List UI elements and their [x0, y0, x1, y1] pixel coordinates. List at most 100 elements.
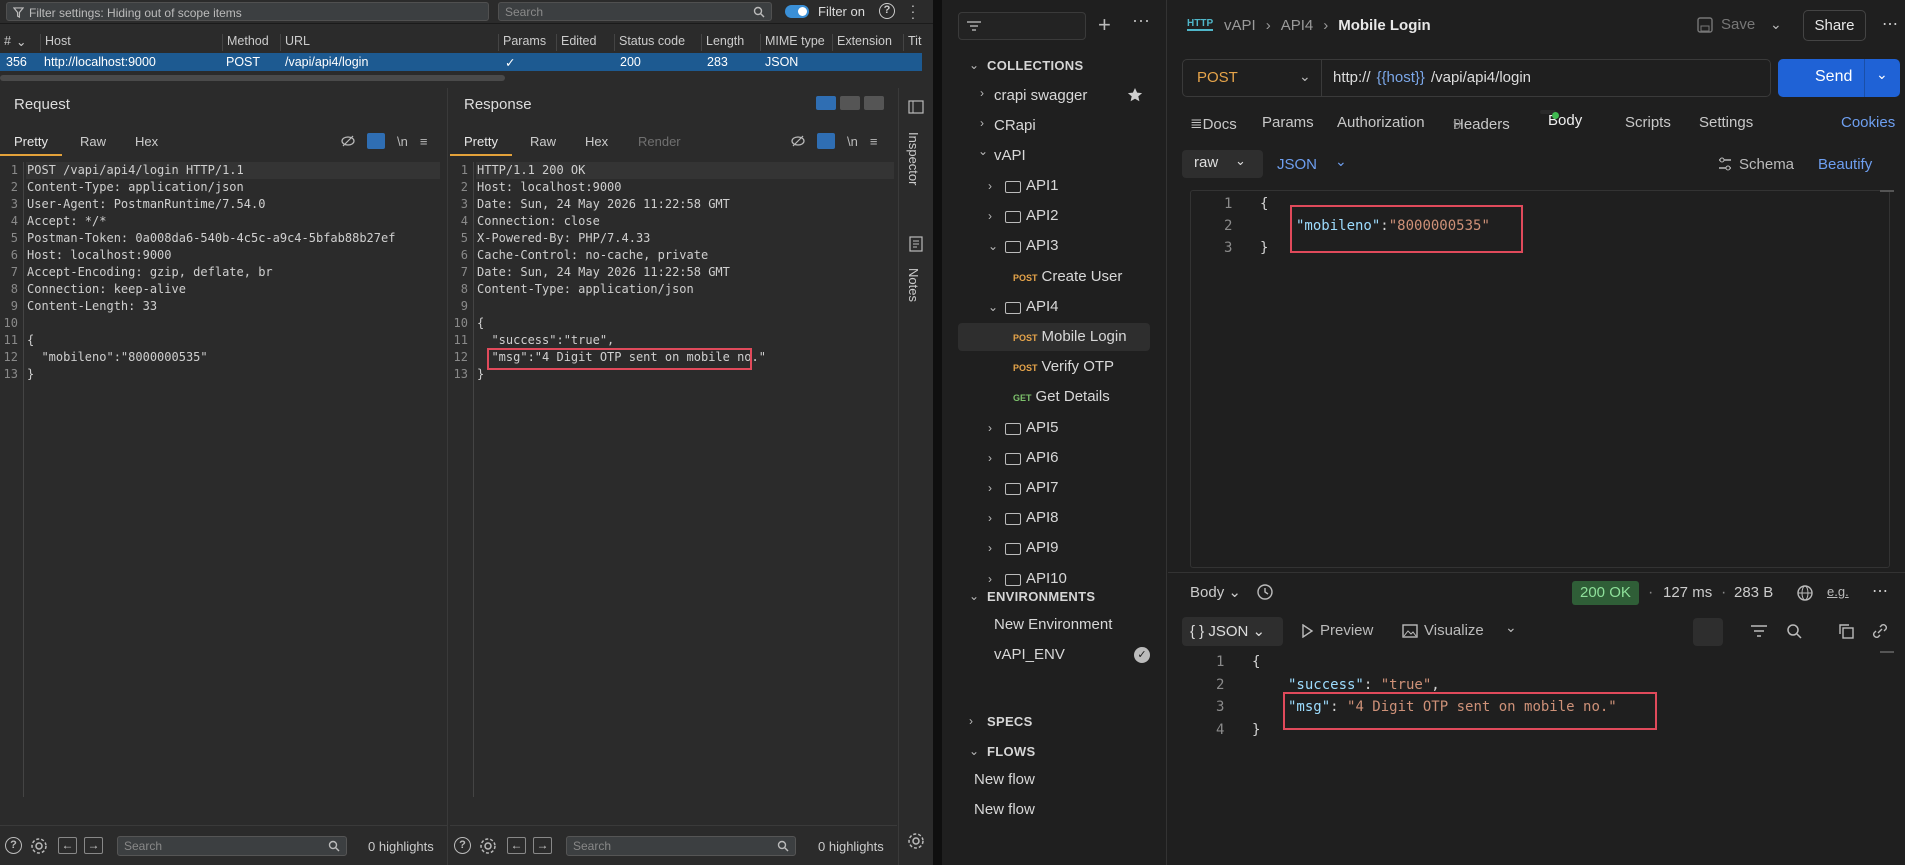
history-icon[interactable] — [1256, 583, 1274, 601]
col-url[interactable]: URL — [280, 34, 310, 51]
folder-item[interactable]: API10 — [1026, 570, 1067, 587]
folder-item[interactable]: API1 — [1026, 177, 1059, 194]
hide-icon[interactable] — [791, 135, 805, 147]
filter-toggle[interactable] — [785, 5, 809, 18]
col-mime[interactable]: MIME type — [760, 34, 825, 51]
chevron-down-icon[interactable]: ⌄ — [969, 58, 979, 72]
chevron-down-icon[interactable]: ⌄ — [969, 589, 979, 603]
body-format-select[interactable]: JSON — [1277, 156, 1317, 173]
chevron-down-icon[interactable]: ⌄ — [1335, 153, 1347, 170]
preview-button[interactable]: Preview — [1300, 622, 1373, 639]
tab-raw[interactable]: Raw — [80, 134, 106, 149]
request-search-input[interactable]: Search — [117, 836, 347, 856]
help-icon[interactable]: ? — [879, 3, 895, 19]
method-chevron-icon[interactable]: ⌄ — [1299, 68, 1311, 85]
env-new-environment[interactable]: New Environment — [994, 616, 1112, 633]
inspector-tab[interactable]: Inspector — [906, 132, 921, 185]
schema-button[interactable]: Schema — [1717, 156, 1794, 173]
next-arrow-icon[interactable]: → — [84, 837, 103, 854]
folder-item[interactable]: API4 — [1026, 298, 1059, 315]
body-mode-select[interactable]: raw ⌄ — [1182, 150, 1263, 178]
notes-icon[interactable] — [909, 236, 923, 252]
chevron-right-icon[interactable]: › — [988, 421, 992, 435]
notes-tab[interactable]: Notes — [906, 268, 921, 302]
folder-item[interactable]: API7 — [1026, 479, 1059, 496]
sidebar-filter-input[interactable] — [958, 12, 1086, 40]
request-item[interactable]: GET Get Details — [1013, 388, 1110, 405]
col-edited[interactable]: Edited — [556, 34, 596, 51]
chevron-right-icon[interactable]: › — [988, 179, 992, 193]
page-title[interactable]: Mobile Login — [1338, 17, 1430, 34]
response-time[interactable]: 127 ms — [1663, 584, 1712, 601]
col-title[interactable]: Tit — [903, 34, 921, 51]
response-format-select[interactable]: { } JSON ⌄ — [1182, 617, 1283, 646]
inspector-icon[interactable] — [908, 100, 924, 114]
add-icon[interactable]: + — [1098, 12, 1111, 38]
history-search[interactable]: Search — [498, 2, 772, 21]
menu-icon[interactable]: ≡ — [420, 134, 428, 149]
layout-split-icon[interactable] — [816, 96, 836, 110]
sort-chevron-icon[interactable]: ⌄ — [16, 34, 26, 51]
wrap-toggle-icon[interactable] — [367, 133, 385, 149]
cookies-link[interactable]: Cookies — [1841, 114, 1895, 131]
star-icon[interactable] — [1127, 87, 1143, 103]
collection-crapi[interactable]: CRapi — [994, 117, 1036, 134]
chevron-down-icon[interactable]: ⌄ — [978, 144, 988, 158]
filter-settings-box[interactable]: Filter settings: Hiding out of scope ite… — [6, 2, 489, 21]
folder-item[interactable]: API5 — [1026, 419, 1059, 436]
layout-single-icon[interactable] — [864, 96, 884, 110]
example-icon[interactable]: e.g. — [1827, 584, 1849, 599]
breadcrumb-folder[interactable]: API4 — [1281, 17, 1314, 34]
newline-toggle[interactable]: \n — [847, 134, 858, 149]
chevron-right-icon[interactable]: › — [980, 116, 984, 130]
link-icon[interactable] — [1872, 623, 1888, 639]
newline-toggle[interactable]: \n — [397, 134, 408, 149]
chevron-down-icon[interactable]: ⌄ — [988, 300, 998, 314]
env-vapi-env[interactable]: vAPI_ENV — [994, 646, 1065, 663]
send-dropdown-icon[interactable]: ⌄ — [1876, 66, 1888, 83]
col-method[interactable]: Method — [222, 34, 269, 51]
col-params[interactable]: Params — [498, 34, 546, 51]
chevron-down-icon[interactable]: ⌄ — [988, 239, 998, 253]
tab-scripts[interactable]: Scripts — [1625, 114, 1671, 131]
tab-raw[interactable]: Raw — [530, 134, 556, 149]
col-status[interactable]: Status code — [614, 34, 685, 51]
help-icon[interactable]: ? — [5, 837, 22, 854]
breadcrumb-collection[interactable]: vAPI — [1224, 17, 1256, 34]
flows-label[interactable]: FLOWS — [987, 744, 1035, 759]
settings-gear-icon[interactable] — [479, 837, 497, 855]
tab-pretty[interactable]: Pretty — [450, 134, 512, 156]
url-input[interactable]: http:// {{host}} /vapi/api4/login — [1333, 69, 1531, 86]
chevron-right-icon[interactable]: › — [988, 451, 992, 465]
layout-rows-icon[interactable] — [840, 96, 860, 110]
tab-hex[interactable]: Hex — [135, 134, 158, 149]
next-arrow-icon[interactable]: → — [533, 837, 552, 854]
response-body-select[interactable]: Body ⌄ — [1190, 583, 1241, 601]
wrap-lines-icon[interactable] — [1693, 618, 1723, 646]
request-item[interactable]: POST Create User — [1013, 268, 1122, 285]
col-host[interactable]: Host — [40, 34, 71, 51]
tab-pretty[interactable]: Pretty — [0, 134, 62, 156]
tab-settings[interactable]: Settings — [1699, 114, 1753, 131]
folder-item[interactable]: API8 — [1026, 509, 1059, 526]
wrap-toggle-icon[interactable] — [817, 133, 835, 149]
table-scrollbar[interactable] — [0, 75, 505, 81]
collection-crapi-swagger[interactable]: crapi swagger — [994, 87, 1087, 104]
share-button[interactable]: Share — [1803, 10, 1866, 41]
folder-item[interactable]: API9 — [1026, 539, 1059, 556]
chevron-right-icon[interactable]: › — [980, 86, 984, 100]
globe-icon[interactable] — [1796, 584, 1814, 602]
method-select[interactable]: POST — [1197, 69, 1238, 86]
help-icon[interactable]: ? — [454, 837, 471, 854]
hide-icon[interactable] — [341, 135, 355, 147]
col-extension[interactable]: Extension — [832, 34, 892, 51]
more-icon[interactable]: ··· — [1132, 10, 1150, 31]
flow-item[interactable]: New flow — [974, 771, 1035, 788]
collection-vapi[interactable]: vAPI — [994, 147, 1026, 164]
copy-icon[interactable] — [1838, 623, 1854, 639]
response-search-input[interactable]: Search — [566, 836, 796, 856]
collections-label[interactable]: COLLECTIONS — [987, 58, 1083, 73]
visualize-dropdown-icon[interactable]: ⌄ — [1505, 619, 1517, 636]
tab-render[interactable]: Render — [638, 134, 681, 149]
chevron-right-icon[interactable]: › — [988, 209, 992, 223]
